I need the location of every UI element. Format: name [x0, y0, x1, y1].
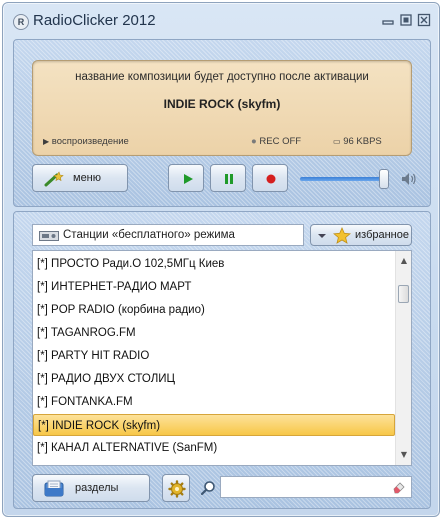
- bitrate-status: ▭ 96 KBPS: [333, 136, 382, 147]
- record-button[interactable]: [252, 164, 288, 192]
- wand-icon: [44, 171, 64, 187]
- player-panel: название композиции будет доступно после…: [13, 39, 431, 207]
- current-station-name: INDIE ROCK (skyfm): [163, 97, 281, 111]
- favorites-button-label: избранное: [355, 229, 409, 241]
- sections-button[interactable]: разделы: [32, 474, 150, 502]
- search-input[interactable]: [220, 476, 412, 498]
- scroll-up-arrow-icon[interactable]: ▲: [396, 253, 411, 269]
- radio-device-icon: [39, 231, 59, 241]
- speaker-icon[interactable]: [400, 170, 418, 188]
- station-item[interactable]: [*] PARTY HIT RADIO: [33, 345, 395, 367]
- search-icon: [200, 481, 215, 496]
- volume-slider-track[interactable]: [300, 177, 384, 181]
- app-logo-icon: R: [13, 14, 29, 30]
- minimize-icon[interactable]: [381, 13, 395, 27]
- station-item-selected[interactable]: [*] INDIE ROCK (skyfm): [33, 414, 395, 436]
- clear-search-icon[interactable]: [392, 480, 406, 494]
- station-item[interactable]: [*] РАДИО ДВУХ СТОЛИЦ: [33, 368, 395, 390]
- menu-button-label: меню: [73, 172, 102, 184]
- window-title: RadioClicker 2012: [33, 12, 156, 29]
- scrollbar-thumb[interactable]: [398, 285, 409, 303]
- station-item[interactable]: [*] КАНАЛ ALTERNATIVE (SanFM): [33, 437, 395, 459]
- sections-folder-icon: [44, 480, 64, 497]
- settings-button[interactable]: [162, 474, 190, 502]
- favorites-button[interactable]: избранное: [310, 224, 412, 246]
- station-list-scrollbar[interactable]: ▲ ▼: [395, 251, 411, 465]
- chevron-down-icon: [318, 234, 326, 238]
- rec-status-label: REC OFF: [259, 136, 302, 147]
- menu-button[interactable]: меню: [32, 164, 128, 192]
- app-window: R RadioClicker 2012 название композиции …: [2, 2, 440, 517]
- bitrate-label: 96 KBPS: [343, 136, 382, 147]
- sections-button-label: разделы: [75, 482, 119, 494]
- track-info-message: название композиции будет доступно после…: [75, 71, 369, 83]
- title-bar[interactable]: R RadioClicker 2012: [3, 3, 439, 39]
- station-list[interactable]: [*] ПРОСТО Ради.О 102,5МГц Киев [*] ИНТЕ…: [32, 250, 412, 466]
- play-status-icon: ▶: [43, 137, 50, 146]
- station-item[interactable]: [*] ПРОСТО Ради.О 102,5МГц Киев: [33, 253, 395, 275]
- star-icon: [333, 227, 351, 244]
- playback-status: ▶ воспроизведение: [43, 136, 129, 147]
- scroll-down-arrow-icon[interactable]: ▼: [396, 447, 411, 463]
- play-icon: [184, 174, 193, 184]
- station-item[interactable]: [*] POP RADIO (корбина радио): [33, 299, 395, 321]
- rec-dot-icon: ●: [251, 136, 257, 147]
- rec-status: ● REC OFF: [251, 136, 301, 147]
- bitrate-icon: ▭: [333, 137, 341, 146]
- volume-slider-thumb[interactable]: [379, 169, 389, 189]
- playback-status-label: воспроизведение: [51, 136, 129, 147]
- pause-button[interactable]: [210, 164, 246, 192]
- record-icon: [266, 174, 276, 184]
- station-item[interactable]: [*] FONTANKA.FM: [33, 391, 395, 413]
- close-icon[interactable]: [417, 13, 431, 27]
- station-item[interactable]: [*] TAGANROG.FM: [33, 322, 395, 344]
- station-item[interactable]: [*] ИНТЕРНЕТ-РАДИО МАРТ: [33, 276, 395, 298]
- station-source-dropdown[interactable]: Станции «бесплатного» режима: [32, 224, 304, 246]
- gear-icon: [168, 480, 186, 498]
- station-source-label: Станции «бесплатного» режима: [63, 229, 235, 241]
- play-button[interactable]: [168, 164, 204, 192]
- now-playing-display: название композиции будет доступно после…: [32, 60, 412, 156]
- pause-icon: [225, 174, 233, 184]
- restore-icon[interactable]: [399, 13, 413, 27]
- stations-panel: Станции «бесплатного» режима избранное […: [13, 211, 431, 509]
